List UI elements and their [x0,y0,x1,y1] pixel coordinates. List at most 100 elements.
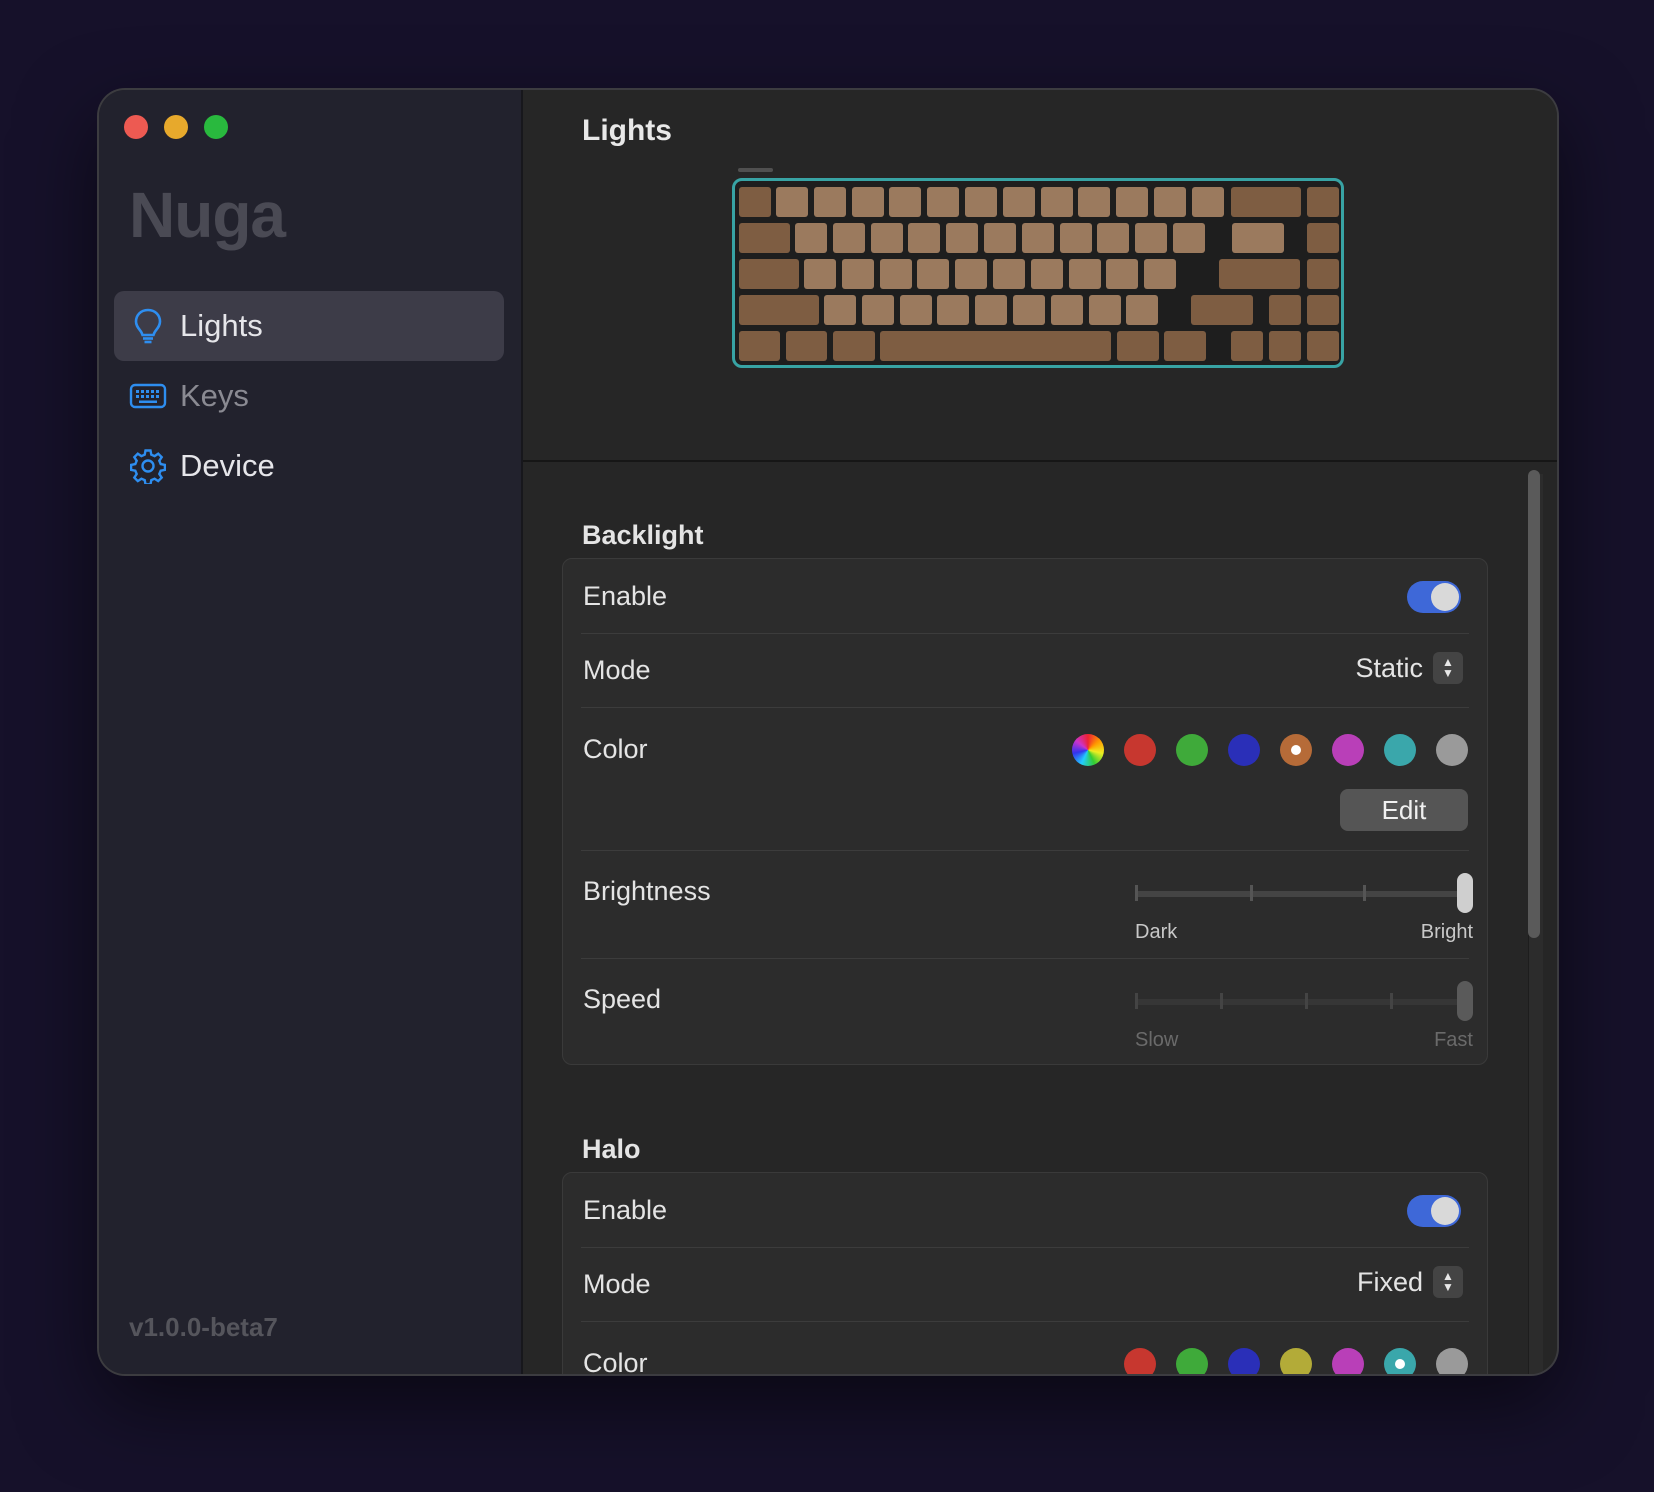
backlight-mode-select[interactable]: Static ▲ ▼ [1355,652,1463,684]
keyboard-key[interactable] [955,259,988,289]
slider-thumb[interactable] [1457,981,1473,1021]
keyboard-key[interactable] [1135,223,1168,253]
keyboard-key[interactable] [908,223,941,253]
keyboard-key[interactable] [1050,295,1083,325]
keyboard-key[interactable] [832,223,865,253]
sidebar-item-device[interactable]: Device [114,431,504,501]
keyboard-key[interactable] [1231,187,1301,217]
keyboard-preview[interactable] [732,178,1344,368]
halo-color-swatch[interactable] [1228,1348,1260,1374]
keyboard-key[interactable] [851,187,884,217]
keyboard-key[interactable] [739,331,780,361]
sidebar-item-label: Lights [180,308,263,343]
keyboard-key[interactable] [1040,187,1073,217]
keyboard-key[interactable] [1269,331,1301,361]
halo-color-swatch[interactable] [1124,1348,1156,1374]
backlight-color-swatch[interactable] [1384,734,1416,766]
keyboard-key[interactable] [786,331,827,361]
keyboard-key[interactable] [927,187,960,217]
keyboard-key[interactable] [917,259,950,289]
keyboard-key[interactable] [1191,295,1253,325]
keyboard-key[interactable] [776,187,808,217]
halo-color-swatch[interactable] [1332,1348,1364,1374]
zoom-window-button[interactable] [204,115,228,139]
keyboard-key[interactable] [1307,187,1339,217]
keyboard-key[interactable] [1097,223,1130,253]
keyboard-key[interactable] [1116,187,1149,217]
halo-color-swatch[interactable] [1280,1348,1312,1374]
halo-color-swatch[interactable] [1436,1348,1468,1374]
sidebar-item-keys[interactable]: Keys [114,361,504,431]
keyboard-key[interactable] [1106,259,1139,289]
backlight-color-swatch-rainbow[interactable] [1072,734,1104,766]
keyboard-key[interactable] [813,187,846,217]
keyboard-key[interactable] [1126,295,1159,325]
keyboard-key[interactable] [804,259,836,289]
backlight-color-swatch[interactable] [1280,734,1312,766]
keyboard-key[interactable] [739,259,799,289]
keyboard-key[interactable] [833,331,875,361]
keyboard-key[interactable] [1059,223,1092,253]
keyboard-key[interactable] [1164,331,1206,361]
keyboard-key[interactable] [899,295,932,325]
backlight-color-swatch[interactable] [1228,734,1260,766]
slider-thumb[interactable] [1457,873,1473,913]
keyboard-key[interactable] [975,295,1008,325]
keyboard-key[interactable] [1021,223,1054,253]
brightness-slider[interactable]: Dark Bright [1135,873,1473,943]
keyboard-key[interactable] [1117,331,1159,361]
keyboard-key[interactable] [937,295,970,325]
halo-color-swatch[interactable] [1176,1348,1208,1374]
keyboard-key[interactable] [841,259,874,289]
keyboard-key[interactable] [795,223,827,253]
keyboard-key[interactable] [993,259,1025,289]
keyboard-key[interactable] [1002,187,1035,217]
keyboard-key[interactable] [965,187,997,217]
keyboard-key[interactable] [1030,259,1063,289]
keyboard-key[interactable] [861,295,894,325]
keyboard-key[interactable] [739,295,819,325]
minimize-window-button[interactable] [164,115,188,139]
keyboard-key[interactable] [1231,331,1263,361]
keyboard-key[interactable] [739,187,771,217]
close-window-button[interactable] [124,115,148,139]
keyboard-key[interactable] [1068,259,1101,289]
sidebar-item-lights[interactable]: Lights [114,291,504,361]
keyboard-key[interactable] [1154,187,1186,217]
backlight-color-swatch[interactable] [1176,734,1208,766]
speed-slider[interactable]: Slow Fast [1135,981,1473,1051]
keyboard-key[interactable] [824,295,856,325]
keyboard-key[interactable] [1269,295,1301,325]
keyboard-key[interactable] [1219,259,1300,289]
keyboard-key[interactable] [1191,187,1224,217]
backlight-color-swatch[interactable] [1332,734,1364,766]
keyboard-key[interactable] [1307,223,1339,253]
keyboard-key[interactable] [1078,187,1111,217]
edit-color-button[interactable]: Edit [1340,789,1468,831]
keyboard-key[interactable] [870,223,903,253]
keyboard-key[interactable] [1307,331,1339,361]
keyboard-key[interactable] [1144,259,1177,289]
keyboard-key[interactable] [1232,223,1284,253]
keyboard-key[interactable] [739,223,790,253]
backlight-color-swatch[interactable] [1124,734,1156,766]
keyboard-key[interactable] [1173,223,1205,253]
keyboard-key[interactable] [946,223,979,253]
keyboard-key[interactable] [984,223,1016,253]
halo-color-swatch[interactable] [1384,1348,1416,1374]
keyboard-key[interactable] [880,331,1111,361]
keyboard-key[interactable] [1088,295,1121,325]
halo-enable-toggle[interactable] [1407,1195,1461,1227]
slider-tick [1220,993,1223,1009]
backlight-color-swatch[interactable] [1436,734,1468,766]
keyboard-key[interactable] [1307,259,1339,289]
backlight-speed-row: Speed Slow Fast [581,959,1473,1064]
keyboard-key[interactable] [1307,295,1339,325]
keyboard-key[interactable] [879,259,912,289]
settings-scroll-area[interactable]: Backlight Enable Mode Static ▲ ▼ Color E… [523,462,1557,1374]
keyboard-key[interactable] [1013,295,1045,325]
backlight-enable-toggle[interactable] [1407,581,1461,613]
halo-mode-select[interactable]: Fixed ▲ ▼ [1357,1266,1463,1298]
scrollbar-thumb[interactable] [1528,470,1540,938]
keyboard-key[interactable] [889,187,922,217]
